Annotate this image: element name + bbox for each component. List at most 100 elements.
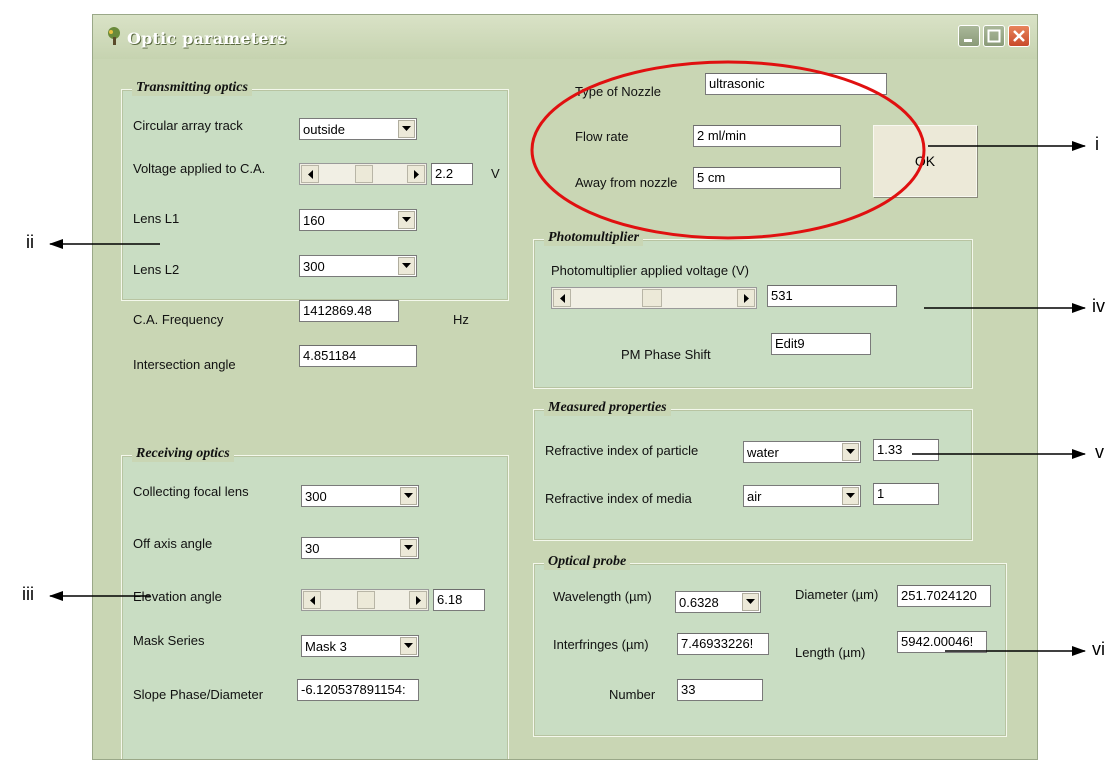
ok-button[interactable]: OK <box>873 125 977 197</box>
scroll-right-icon[interactable] <box>407 165 425 183</box>
close-icon <box>1013 30 1025 42</box>
collecting-focal-select[interactable]: 300 <box>301 485 419 507</box>
circular-array-value: outside <box>303 122 345 137</box>
elevation-angle-slider[interactable] <box>301 589 429 611</box>
annotation-i: i <box>1095 134 1099 154</box>
pm-voltage-thumb[interactable] <box>642 289 662 307</box>
voltage-ca-unit: V <box>491 166 500 181</box>
type-of-nozzle-label: Type of Nozzle <box>575 84 661 99</box>
flow-rate-input[interactable]: 2 ml/min <box>693 125 841 147</box>
lens-l1-select[interactable]: 160 <box>299 209 417 231</box>
length-label: Length (µm) <box>795 645 866 660</box>
optic-parameters-window: Optic parameters Transmitting optics Cir… <box>92 14 1038 760</box>
title-bar[interactable]: Optic parameters <box>93 15 1037 59</box>
pm-voltage-label: Photomultiplier applied voltage (V) <box>551 263 749 278</box>
elevation-angle-input[interactable]: 6.18 <box>433 589 485 611</box>
off-axis-label: Off axis angle <box>133 536 213 551</box>
scroll-right-icon[interactable] <box>737 289 755 307</box>
interfringes-input[interactable]: 7.46933226! <box>677 633 769 655</box>
circular-array-select[interactable]: outside <box>299 118 417 140</box>
number-input[interactable]: 33 <box>677 679 763 701</box>
ca-frequency-input[interactable]: 1412869.48 <box>299 300 399 322</box>
maximize-button[interactable] <box>983 25 1005 47</box>
close-button[interactable] <box>1008 25 1030 47</box>
receiving-optics-legend: Receiving optics <box>132 446 234 462</box>
length-input[interactable]: 5942.00046! <box>897 631 987 653</box>
scroll-right-icon[interactable] <box>409 591 427 609</box>
dropdown-arrow-icon[interactable] <box>842 487 859 505</box>
annotation-iv: iv <box>1092 296 1105 316</box>
dropdown-arrow-icon[interactable] <box>400 487 417 505</box>
away-from-nozzle-label: Away from nozzle <box>575 175 678 190</box>
interfringes-label: Interfringes (µm) <box>553 637 649 652</box>
dropdown-arrow-icon[interactable] <box>400 539 417 557</box>
scroll-left-icon[interactable] <box>553 289 571 307</box>
annotation-ii: ii <box>26 232 34 252</box>
particle-value: water <box>747 445 779 460</box>
ca-frequency-label: C.A. Frequency <box>133 312 224 327</box>
annotation-iii: iii <box>22 584 34 604</box>
off-axis-select[interactable]: 30 <box>301 537 419 559</box>
diameter-label: Diameter (µm) <box>795 587 879 602</box>
off-axis-value: 30 <box>305 541 320 556</box>
media-index-label: Refractive index of media <box>545 491 692 506</box>
media-index-input[interactable]: 1 <box>873 483 939 505</box>
particle-index-input[interactable]: 1.33 <box>873 439 939 461</box>
lens-l2-value: 300 <box>303 259 325 274</box>
lens-l1-value: 160 <box>303 213 325 228</box>
away-from-nozzle-input[interactable]: 5 cm <box>693 167 841 189</box>
mask-series-value: Mask 3 <box>305 639 347 654</box>
voltage-ca-thumb[interactable] <box>355 165 373 183</box>
dropdown-arrow-icon[interactable] <box>398 120 415 138</box>
wavelength-label: Wavelength (µm) <box>553 589 652 604</box>
dropdown-arrow-icon[interactable] <box>400 637 417 655</box>
dropdown-arrow-icon[interactable] <box>398 257 415 275</box>
maximize-icon <box>987 29 1001 43</box>
mask-series-select[interactable]: Mask 3 <box>301 635 419 657</box>
lens-l2-label: Lens L2 <box>133 262 180 277</box>
circular-array-label: Circular array track <box>133 118 243 133</box>
pm-phase-shift-label: PM Phase Shift <box>621 347 711 362</box>
elevation-angle-thumb[interactable] <box>357 591 375 609</box>
elevation-angle-label: Elevation angle <box>133 589 222 604</box>
pm-voltage-slider[interactable] <box>551 287 757 309</box>
intersection-angle-input[interactable]: 4.851184 <box>299 345 417 367</box>
voltage-ca-input[interactable]: 2.2 <box>431 163 473 185</box>
scroll-left-icon[interactable] <box>301 165 319 183</box>
diameter-input[interactable]: 251.7024120 <box>897 585 991 607</box>
minimize-icon <box>964 39 972 42</box>
minimize-button[interactable] <box>958 25 980 47</box>
lens-l2-select[interactable]: 300 <box>299 255 417 277</box>
optical-probe-legend: Optical probe <box>544 554 631 570</box>
flow-rate-label: Flow rate <box>575 129 629 144</box>
wavelength-select[interactable]: 0.6328 <box>675 591 761 613</box>
ca-frequency-unit: Hz <box>453 312 469 327</box>
measured-properties-legend: Measured properties <box>544 400 671 416</box>
media-value: air <box>747 489 762 504</box>
pm-voltage-input[interactable]: 531 <box>767 285 897 307</box>
slope-phase-input[interactable]: -6.120537891154: <box>297 679 419 701</box>
photomultiplier-group: Photomultiplier <box>533 230 973 389</box>
type-of-nozzle-input[interactable]: ultrasonic <box>705 73 887 95</box>
media-select[interactable]: air <box>743 485 861 507</box>
lens-l1-label: Lens L1 <box>133 211 180 226</box>
voltage-ca-label: Voltage applied to C.A. <box>133 161 266 176</box>
slope-phase-label: Slope Phase/Diameter <box>133 687 264 702</box>
measured-properties-group: Measured properties <box>533 400 973 541</box>
voltage-ca-slider[interactable] <box>299 163 427 185</box>
app-icon <box>108 27 120 45</box>
particle-index-label: Refractive index of particle <box>545 443 699 458</box>
annotation-vi: vi <box>1092 639 1105 659</box>
window-title: Optic parameters <box>127 29 287 48</box>
wavelength-value: 0.6328 <box>679 595 719 610</box>
pm-phase-shift-input[interactable]: Edit9 <box>771 333 871 355</box>
scroll-left-icon[interactable] <box>303 591 321 609</box>
dropdown-arrow-icon[interactable] <box>398 211 415 229</box>
mask-series-label: Mask Series <box>133 633 205 648</box>
photomultiplier-legend: Photomultiplier <box>544 230 644 246</box>
number-label: Number <box>609 687 656 702</box>
dropdown-arrow-icon[interactable] <box>842 443 859 461</box>
particle-select[interactable]: water <box>743 441 861 463</box>
dropdown-arrow-icon[interactable] <box>742 593 759 611</box>
annotation-v: v <box>1095 442 1104 462</box>
